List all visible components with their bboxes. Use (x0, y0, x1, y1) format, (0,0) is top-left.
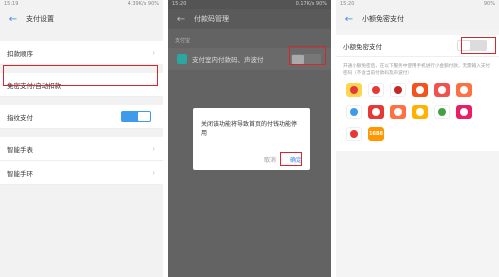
merchant-logo-grid: 1688 (336, 81, 499, 151)
settings-row-smartwatch[interactable]: 智能手表 › (0, 137, 163, 161)
settings-row-fingerprint: 指纹支付 (0, 105, 163, 129)
cancel-button[interactable]: 取消 (264, 155, 276, 164)
status-time: 15:20 (340, 1, 355, 7)
fingerprint-toggle[interactable] (121, 111, 151, 122)
settings-group-4: 智能手表 › 智能手环 › (0, 137, 163, 185)
cainiao-logo (346, 127, 362, 141)
koubei-logo (390, 105, 406, 119)
status-right: 90% (483, 1, 495, 7)
row-label: 支付室内付款码、声波付 (192, 56, 264, 64)
highlight-box (289, 46, 326, 65)
row-label: 智能手表 (7, 145, 33, 154)
title-bar: ← 小额免密支付 (336, 9, 499, 29)
title-bar: ← 付款码管理 (168, 9, 331, 29)
juhuasuan-logo (346, 83, 362, 97)
toggle-knob (138, 112, 150, 121)
weibo-logo (368, 83, 384, 97)
back-arrow-icon[interactable]: ← (342, 12, 356, 26)
title-bar: ← 支付设置 (0, 9, 163, 29)
row-label: 扣款顺序 (7, 49, 33, 58)
lion-logo (368, 105, 384, 119)
dialog-message: 关闭该功能将导致首页的付钱功能停用 (201, 121, 298, 137)
row-label: 智能手环 (7, 169, 33, 178)
status-right: 4.39K/s 90% (127, 1, 159, 7)
status-bar: 15:19 4.39K/s 90% (0, 0, 163, 9)
highlight-box (3, 65, 158, 86)
status-bar: 15:20 0.17K/s 90% (168, 0, 331, 9)
settings-screen: 15:19 4.39K/s 90% ← 支付设置 扣款顺序 › 免密支付/自动扣… (0, 0, 163, 277)
taobao-logo (346, 105, 362, 119)
status-time: 15:20 (172, 1, 187, 7)
chevron-right-icon: › (152, 48, 155, 57)
highlight-box (280, 152, 302, 166)
small-free-screen: 15:20 90% ← 小额免密支付 小额免密支付 开通小额免密后，在以下服务中… (336, 0, 499, 277)
tmall-logo (390, 83, 406, 97)
page-title: 付款码管理 (194, 15, 229, 23)
page-title: 小额免密支付 (362, 15, 404, 23)
row-label: 指纹支付 (7, 113, 33, 122)
back-arrow-icon[interactable]: ← (174, 12, 188, 26)
status-bar: 15:20 90% (336, 0, 499, 9)
settings-group-1: 扣款顺序 › (0, 41, 163, 65)
1688-logo: 1688 (368, 127, 384, 141)
chevron-right-icon: › (152, 168, 155, 177)
youku-logo (434, 105, 450, 119)
settings-row-smartband[interactable]: 智能手环 › (0, 161, 163, 185)
payment-code-screen: 15:20 0.17K/s 90% ← 付款码管理 支付宝 支付室内付款码、声波… (168, 0, 331, 277)
settings-group-3: 指纹支付 (0, 105, 163, 129)
xiami-logo (434, 83, 450, 97)
tmall-cat-logo (412, 105, 428, 119)
page-title: 支付设置 (26, 15, 54, 23)
status-time: 15:19 (4, 1, 19, 7)
status-right: 0.17K/s 90% (295, 1, 327, 7)
fish-logo (456, 83, 472, 97)
eleme-logo (456, 105, 472, 119)
chevron-right-icon: › (152, 144, 155, 153)
highlight-box (461, 37, 496, 54)
back-arrow-icon[interactable]: ← (6, 12, 20, 26)
payment-code-icon (177, 54, 187, 64)
settings-row-deduct-order[interactable]: 扣款顺序 › (0, 41, 163, 65)
row-label: 小额免密支付 (343, 42, 382, 51)
description-text: 开通小额免密后，在以下服务中使用手机进行小金额付款，无需输入支付密码（不含当前付… (336, 57, 499, 81)
alipay-red-logo (412, 83, 428, 97)
